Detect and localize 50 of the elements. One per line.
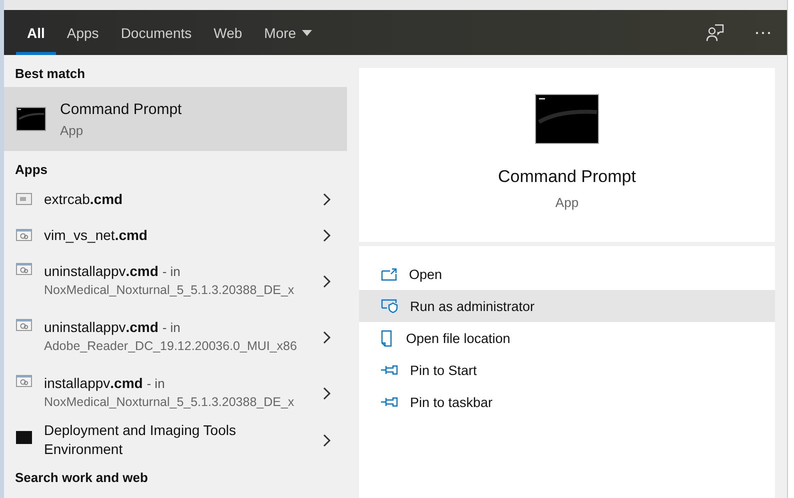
app-location: NoxMedical_Noxturnal_5_5.1.3.20388_DE_x	[44, 394, 296, 411]
app-location: NoxMedical_Noxturnal_5_5.1.3.20388_DE_x	[44, 282, 296, 299]
app-location: Adobe_Reader_DC_19.12.20036.0_MUI_x86	[44, 338, 298, 355]
location-prefix: - in	[146, 376, 165, 391]
section-heading: Apps	[14, 161, 48, 179]
shield-icon	[381, 299, 398, 313]
file-icon	[16, 193, 32, 205]
chevron-right-icon[interactable]	[323, 330, 331, 344]
app-type: App	[555, 195, 579, 210]
console-window-icon	[16, 107, 46, 131]
chevron-right-icon[interactable]	[323, 434, 331, 446]
location-prefix: - in	[162, 320, 180, 335]
chevron-right-icon[interactable]	[323, 386, 331, 400]
gear-file-icon	[16, 229, 32, 241]
section-heading: Best match	[14, 65, 86, 83]
search-tab[interactable]: Web	[202, 10, 254, 55]
app-name[interactable]: vim_vs_net.cmd	[44, 226, 148, 242]
more-icon	[755, 30, 771, 34]
app-name[interactable]: uninstallappv.cmd	[44, 319, 158, 335]
chevron-right-icon[interactable]	[323, 274, 331, 288]
open-window-icon	[381, 268, 397, 280]
app-name[interactable]: Deployment and Imaging Tools Environment	[44, 421, 274, 459]
app-title: Command Prompt	[498, 167, 636, 187]
action-item[interactable]: Pin to Start	[359, 354, 775, 386]
search-tab[interactable]: More	[253, 10, 324, 55]
app-name: Command Prompt	[60, 100, 182, 118]
search-tab[interactable]: Apps	[56, 10, 110, 55]
section-heading: Search work and web	[14, 469, 149, 487]
document-icon	[381, 330, 394, 346]
app-type: App	[60, 122, 84, 138]
console-window-icon	[535, 94, 599, 144]
best-match-item[interactable]: Command Prompt App	[4, 87, 347, 151]
console-icon	[16, 431, 32, 444]
search-tab[interactable]: Documents	[110, 10, 203, 55]
pin-icon	[381, 365, 398, 375]
location-prefix: - in	[162, 264, 180, 279]
action-item[interactable]: Open file location	[359, 322, 775, 354]
gear-file-icon	[16, 319, 32, 331]
pin-icon	[381, 397, 398, 407]
gear-file-icon	[16, 263, 32, 275]
gear-file-icon	[16, 375, 32, 387]
person-feedback-icon	[706, 24, 724, 42]
chevron-right-icon[interactable]	[323, 228, 331, 242]
app-name[interactable]: uninstallappv.cmd	[44, 263, 158, 279]
action-item[interactable]: Pin to taskbar	[359, 386, 775, 418]
chevron-right-icon[interactable]	[323, 192, 331, 206]
action-item[interactable]: Run as administrator	[359, 290, 775, 322]
app-name[interactable]: extrcab.cmd	[44, 190, 123, 206]
action-item[interactable]: Open	[359, 258, 775, 290]
app-name[interactable]: installappv.cmd	[44, 375, 143, 391]
